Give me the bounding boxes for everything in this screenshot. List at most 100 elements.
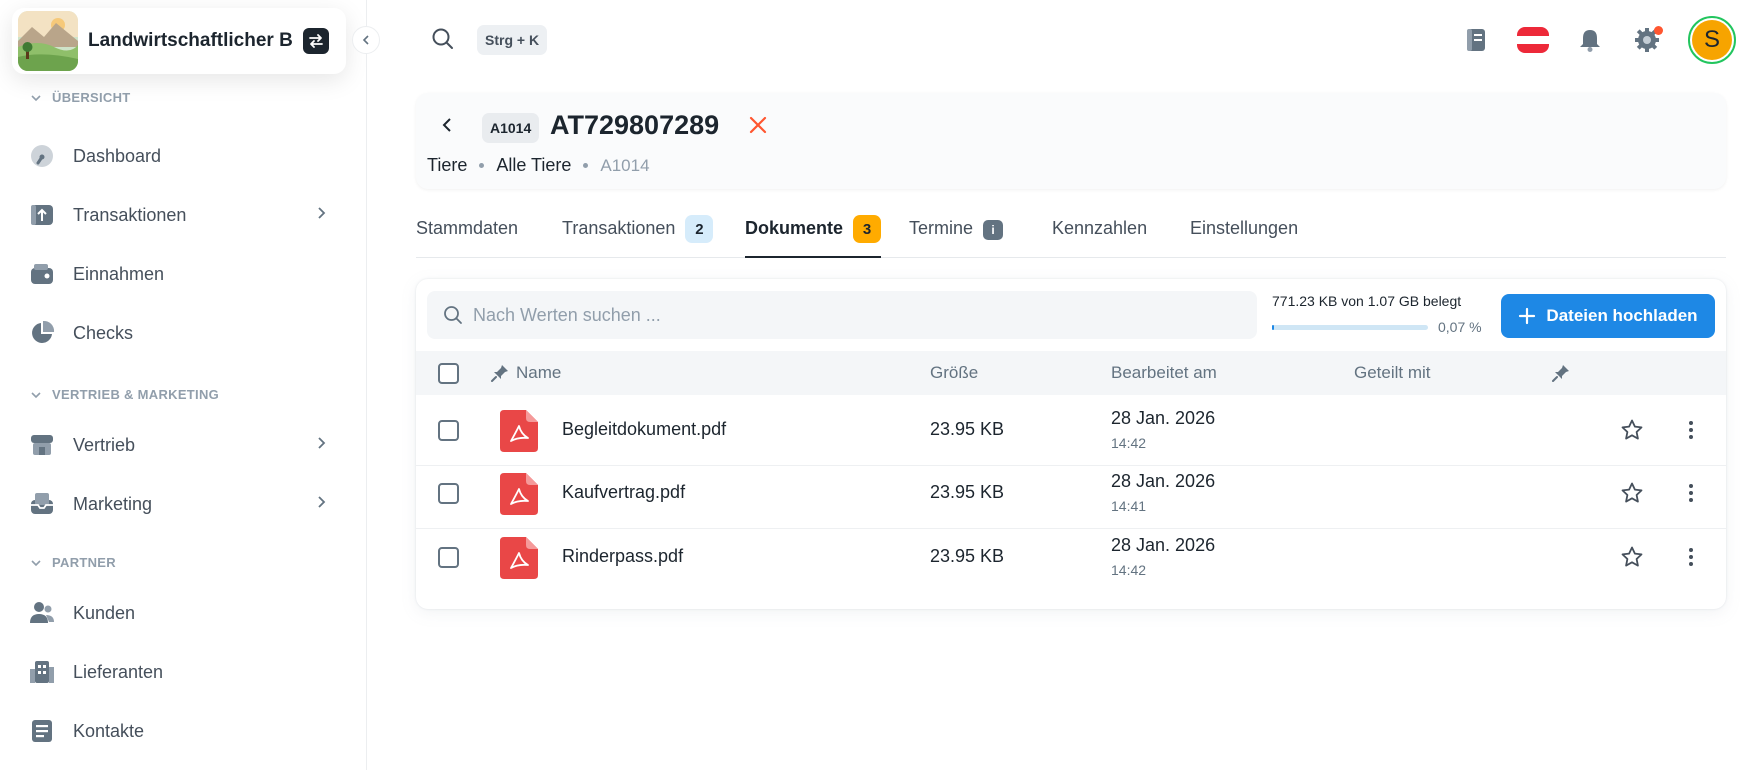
book-icon bbox=[1467, 29, 1485, 51]
column-header-edited[interactable]: Bearbeitet am bbox=[1111, 363, 1217, 383]
sidebar-item-einnahmen[interactable]: Einnahmen bbox=[28, 254, 338, 294]
file-size: 23.95 KB bbox=[930, 419, 1005, 439]
tab-stammdaten[interactable]: Stammdaten bbox=[416, 210, 518, 258]
select-all-checkbox[interactable] bbox=[438, 363, 459, 384]
tab-termine[interactable]: Termine i bbox=[909, 210, 1004, 258]
close-button[interactable] bbox=[748, 115, 768, 140]
tab-label: Stammdaten bbox=[416, 218, 519, 238]
star-icon[interactable] bbox=[1620, 545, 1644, 569]
storage-text: 771.23 KB von 1.07 GB belegt bbox=[1272, 293, 1462, 309]
breadcrumb-item[interactable]: Alle Tiere bbox=[496, 155, 571, 176]
section-title: VERTRIEB & MARKETING bbox=[52, 387, 220, 402]
sidebar-collapse-button[interactable] bbox=[352, 26, 380, 54]
storage-percent: 0,07 % bbox=[1438, 319, 1482, 335]
back-button[interactable] bbox=[438, 115, 458, 140]
close-icon bbox=[749, 116, 767, 134]
more-vertical-icon[interactable] bbox=[1679, 545, 1703, 569]
tab-transaktionen[interactable]: Transaktionen 2 bbox=[562, 210, 714, 258]
workspace-name: Landwirtschaftlicher B... bbox=[88, 30, 293, 51]
contact-book-icon bbox=[28, 717, 56, 745]
file-name[interactable]: Begleitdokument.pdf bbox=[562, 419, 726, 440]
pin-icon[interactable] bbox=[1551, 363, 1571, 383]
workspace-switcher[interactable]: Landwirtschaftlicher B... bbox=[12, 8, 346, 74]
search-input[interactable] bbox=[473, 304, 1173, 326]
star-icon[interactable] bbox=[1620, 418, 1644, 442]
file-time: 14:41 bbox=[1111, 498, 1147, 514]
plus-icon bbox=[1519, 307, 1536, 325]
sidebar-item-label: Checks bbox=[73, 322, 134, 343]
breadcrumb-separator bbox=[583, 163, 589, 168]
austria-flag-icon bbox=[1517, 27, 1549, 53]
sidebar-item-vertrieb[interactable]: Vertrieb bbox=[28, 425, 338, 465]
row-checkbox[interactable] bbox=[438, 483, 459, 504]
table-row[interactable]: Begleitdokument.pdf 23.95 KB 28 Jan. 202… bbox=[416, 395, 1726, 466]
swap-icon[interactable] bbox=[303, 28, 329, 54]
upload-files-button[interactable]: Dateien hochladen bbox=[1501, 294, 1715, 338]
avatar[interactable]: S bbox=[1688, 16, 1736, 64]
building-icon bbox=[28, 658, 56, 686]
section-overview[interactable]: ÜBERSICHT bbox=[30, 90, 131, 105]
section-partner[interactable]: PARTNER bbox=[30, 555, 116, 570]
section-vertrieb-marketing[interactable]: VERTRIEB & MARKETING bbox=[30, 387, 219, 402]
file-time: 14:42 bbox=[1111, 435, 1147, 451]
storage-usage: 771.23 KB von 1.07 GB belegt 0,07 % bbox=[1272, 293, 1487, 335]
breadcrumb: Tiere Alle Tiere A1014 bbox=[427, 155, 650, 176]
table-row[interactable]: Kaufvertrag.pdf 23.95 KB 28 Jan. 2026 14… bbox=[416, 458, 1726, 529]
sidebar: Landwirtschaftlicher B... ÜBERSICHT Dash… bbox=[0, 0, 367, 770]
tab-kennzahlen[interactable]: Kennzahlen bbox=[1052, 210, 1147, 258]
sidebar-item-checks[interactable]: Checks bbox=[28, 313, 338, 353]
page-title: AT729807289 bbox=[550, 110, 720, 140]
document-search[interactable] bbox=[427, 291, 1257, 339]
file-date: 28 Jan. 2026 bbox=[1111, 408, 1216, 428]
record-header: A1014 AT729807289 Tiere Alle Tiere A1014 bbox=[416, 93, 1726, 189]
sidebar-item-label: Kunden bbox=[73, 602, 136, 623]
sidebar-item-kunden[interactable]: Kunden bbox=[28, 593, 338, 633]
star-icon[interactable] bbox=[1620, 481, 1644, 505]
topbar-actions: S bbox=[1460, 16, 1736, 64]
pdf-file-icon bbox=[500, 473, 538, 515]
file-size: 23.95 KB bbox=[930, 546, 1005, 566]
tab-label: Dokumente bbox=[745, 218, 844, 238]
file-time: 14:42 bbox=[1111, 562, 1147, 578]
sidebar-item-kontakte[interactable]: Kontakte bbox=[28, 711, 338, 751]
tab-info-badge: i bbox=[983, 220, 1004, 240]
bell-icon bbox=[1580, 30, 1600, 52]
sidebar-item-dashboard[interactable]: Dashboard bbox=[28, 136, 338, 176]
tab-einstellungen[interactable]: Einstellungen bbox=[1190, 210, 1298, 258]
documents-card: 771.23 KB von 1.07 GB belegt 0,07 % Date… bbox=[416, 279, 1726, 609]
breadcrumb-item[interactable]: Tiere bbox=[427, 155, 467, 176]
search-shortcut[interactable]: Strg + K bbox=[477, 25, 548, 55]
row-checkbox[interactable] bbox=[438, 420, 459, 441]
sidebar-item-transaktionen[interactable]: Transaktionen bbox=[28, 195, 338, 235]
language-button[interactable] bbox=[1517, 24, 1549, 56]
upload-button-label: Dateien hochladen bbox=[1546, 306, 1698, 325]
column-header-name[interactable]: Name bbox=[516, 363, 561, 383]
wallet-icon bbox=[28, 260, 56, 288]
sidebar-item-label: Vertrieb bbox=[73, 434, 136, 455]
row-checkbox[interactable] bbox=[438, 547, 459, 568]
settings-button[interactable] bbox=[1631, 24, 1663, 56]
notifications-button[interactable] bbox=[1574, 24, 1606, 56]
docs-button[interactable] bbox=[1460, 24, 1492, 56]
search-icon bbox=[432, 28, 453, 49]
tab-label: Einstellungen bbox=[1190, 218, 1299, 238]
table-row[interactable]: Rinderpass.pdf 23.95 KB 28 Jan. 2026 14:… bbox=[416, 522, 1726, 593]
tab-dokumente[interactable]: Dokumente 3 bbox=[745, 210, 882, 258]
search-button[interactable] bbox=[431, 27, 455, 56]
storage-progress-bar bbox=[1272, 324, 1428, 330]
breadcrumb-separator bbox=[479, 163, 485, 168]
transactions-icon bbox=[28, 201, 56, 229]
gauge-icon bbox=[28, 142, 56, 170]
column-header-shared[interactable]: Geteilt mit bbox=[1354, 363, 1431, 383]
tab-bar: Stammdaten Transaktionen 2 Dokumente 3 T… bbox=[416, 210, 1726, 258]
inbox-icon bbox=[28, 490, 56, 518]
tab-label: Transaktionen bbox=[562, 218, 676, 238]
file-name[interactable]: Kaufvertrag.pdf bbox=[562, 482, 685, 503]
sidebar-item-marketing[interactable]: Marketing bbox=[28, 484, 338, 524]
file-name[interactable]: Rinderpass.pdf bbox=[562, 546, 683, 567]
more-vertical-icon[interactable] bbox=[1679, 481, 1703, 505]
store-icon bbox=[28, 431, 56, 459]
column-header-size[interactable]: Größe bbox=[930, 363, 978, 383]
sidebar-item-lieferanten[interactable]: Lieferanten bbox=[28, 652, 338, 692]
more-vertical-icon[interactable] bbox=[1679, 418, 1703, 442]
